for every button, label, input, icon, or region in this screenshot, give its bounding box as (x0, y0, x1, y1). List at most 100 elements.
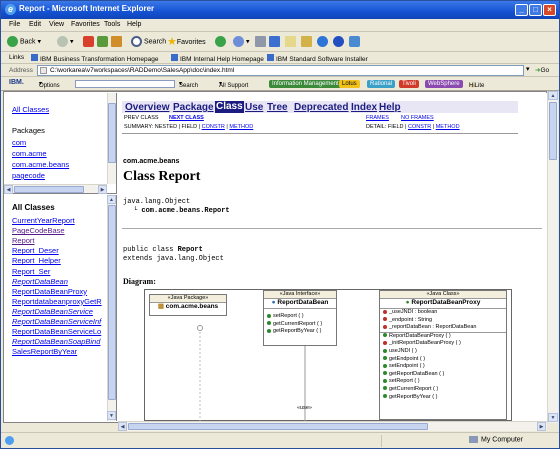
uml-class-box[interactable]: «Java Class» ● ReportDataBeanProxy _useJ… (379, 290, 507, 420)
page-vertical-scrollbar[interactable]: ▲ ▼ (547, 91, 558, 423)
next-class-link[interactable]: NEXT CLASS (169, 115, 204, 121)
class-link[interactable]: PageCodeBase (12, 226, 65, 235)
home-button[interactable] (111, 36, 124, 48)
class-link[interactable]: ReportDataBeanProxy (12, 287, 87, 296)
scroll-down-button[interactable]: ▼ (548, 413, 558, 422)
menu-tools[interactable]: Tools (104, 21, 120, 28)
nav-tree[interactable]: Tree (267, 102, 288, 113)
menu-view[interactable]: View (49, 21, 64, 28)
all-classes-link[interactable]: All Classes (12, 105, 49, 114)
scrollbar-thumb[interactable] (549, 102, 557, 160)
refresh-button[interactable] (97, 36, 110, 48)
class-link[interactable]: Report (12, 236, 35, 245)
class-link[interactable]: ReportDataBeanSoapBind (12, 337, 100, 346)
page-icon (267, 54, 274, 61)
class-link[interactable]: Report_Helper (12, 256, 61, 265)
go-button[interactable]: ➜Go (535, 66, 549, 74)
pill-websphere[interactable]: WebSphere (425, 80, 463, 88)
research-button[interactable] (317, 36, 330, 48)
class-link[interactable]: ReportDataBeanServiceInf (12, 317, 101, 326)
pill-tivoli[interactable]: Tivoli (399, 80, 419, 88)
tools-button[interactable] (349, 36, 362, 48)
options-button[interactable]: Options ▾ (39, 80, 60, 89)
summary-method-link[interactable]: METHOD (229, 124, 253, 130)
detail-constr-link[interactable]: CONSTR (408, 124, 431, 130)
class-link[interactable]: SalesReportByYear (12, 347, 77, 356)
scrollbar-thumb[interactable] (108, 205, 116, 400)
package-link[interactable]: pagecode (12, 171, 45, 180)
minimize-button[interactable]: _ (515, 4, 528, 16)
ibm-search-input[interactable] (75, 80, 175, 88)
scrollbar-thumb[interactable] (108, 103, 116, 163)
nav-deprecated[interactable]: Deprecated (294, 102, 348, 113)
pill-rational[interactable]: Rational (367, 80, 396, 88)
stop-button[interactable] (83, 36, 96, 48)
scroll-right-button[interactable]: ▶ (98, 185, 107, 194)
scroll-up-button[interactable]: ▲ (548, 91, 558, 100)
link-software-installer[interactable]: IBM Standard Software Installer (267, 54, 368, 63)
menu-file[interactable]: File (9, 21, 20, 28)
class-link[interactable]: Report_Ser (12, 267, 50, 276)
bluetooth-icon (333, 36, 344, 47)
pill-lotus[interactable]: Lotus (339, 80, 360, 88)
print-button[interactable] (255, 36, 268, 48)
class-method: getCurrentReport ( ) (380, 386, 506, 394)
scroll-right-button[interactable]: ▶ (537, 422, 546, 431)
nav-package[interactable]: Package (173, 102, 214, 113)
scroll-left-button[interactable]: ◀ (4, 185, 13, 194)
scroll-left-button[interactable]: ◀ (118, 422, 127, 431)
menu-edit[interactable]: Edit (29, 21, 41, 28)
vertical-scrollbar[interactable] (107, 93, 116, 184)
page-horizontal-scrollbar[interactable]: ◀ ▶ (118, 421, 547, 431)
ibm-search-button[interactable]: Search ▾ (179, 80, 198, 89)
messenger-button[interactable] (301, 36, 314, 48)
favorites-button[interactable]: ★Favorites (167, 36, 206, 48)
use-label: «use» (297, 405, 312, 411)
forward-button[interactable]: ▾ (57, 36, 74, 48)
close-button[interactable]: × (543, 4, 556, 16)
nav-index[interactable]: Index (351, 102, 377, 113)
address-dropdown-button[interactable]: ▾ (526, 65, 530, 73)
detail-method-link[interactable]: METHOD (436, 124, 460, 130)
horizontal-scrollbar[interactable]: ◀ ▶ (4, 184, 107, 194)
uml-package-box[interactable]: «Java Package» ▦ com.acme.beans (149, 294, 227, 316)
vertical-scrollbar[interactable]: ▲ ▼ (107, 195, 116, 421)
nav-use[interactable]: Use (245, 102, 263, 113)
class-link[interactable]: ReportDataBean (12, 277, 68, 286)
scrollbar-thumb[interactable] (14, 186, 84, 193)
scrollbar-thumb[interactable] (128, 423, 428, 430)
maximize-button[interactable]: □ (529, 4, 542, 16)
link-business-transformation[interactable]: IBM Business Transformation Homepage (31, 54, 159, 63)
status-bar: My Computer (1, 432, 559, 448)
history-button[interactable] (215, 36, 228, 48)
class-link[interactable]: ReportdatabeanproxyGetR (12, 297, 102, 306)
scroll-up-button[interactable]: ▲ (107, 195, 116, 204)
back-button[interactable]: Back ▾ (7, 36, 41, 48)
scroll-down-button[interactable]: ▼ (107, 411, 116, 420)
search-button[interactable]: Search (131, 36, 166, 48)
package-link[interactable]: com.acme (12, 149, 47, 158)
uml-interface-box[interactable]: «Java Interface» ● ReportDataBean setRep… (263, 290, 337, 346)
class-link[interactable]: Report_Deser (12, 246, 59, 255)
summary-constr-link[interactable]: CONSTR (202, 124, 225, 130)
mail-button[interactable]: ▾ (233, 36, 250, 48)
frames-link[interactable]: FRAMES (366, 115, 389, 121)
class-link[interactable]: CurrentYearReport (12, 216, 75, 225)
ibm-logo[interactable]: IBM. (9, 79, 24, 86)
nav-overview[interactable]: Overview (125, 102, 169, 113)
menu-help[interactable]: Help (127, 21, 141, 28)
link-internal-help[interactable]: IBM Internal Help Homepage (171, 54, 264, 63)
package-link[interactable]: com.acme.beans (12, 160, 69, 169)
nav-help[interactable]: Help (379, 102, 401, 113)
bluetooth-button[interactable] (333, 36, 346, 48)
all-support-button[interactable]: All Support ▾ (219, 80, 248, 89)
menu-favorites[interactable]: Favorites (71, 21, 100, 28)
address-input[interactable]: C:\workarea\v7workspaces\RADDemo\SalesAp… (37, 65, 524, 76)
package-link[interactable]: com (12, 138, 26, 147)
edit-button[interactable] (269, 36, 282, 48)
class-link[interactable]: ReportDataBeanService (12, 307, 93, 316)
no-frames-link[interactable]: NO FRAMES (401, 115, 434, 121)
discuss-button[interactable] (285, 36, 298, 48)
pill-information-management[interactable]: Information Management (269, 80, 342, 88)
class-link[interactable]: ReportDataBeanServiceLo (12, 327, 101, 336)
